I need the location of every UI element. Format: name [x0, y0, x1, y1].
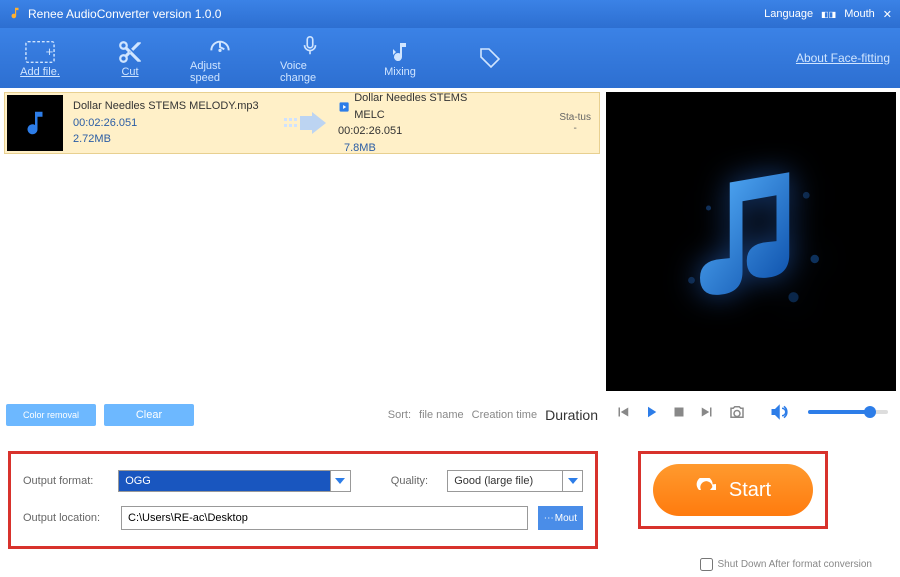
- dropdown-icon: [562, 471, 582, 491]
- music-note-icon: [666, 157, 836, 327]
- source-duration: 00:02:26.051: [73, 115, 272, 132]
- sort-label: Sort:: [388, 409, 411, 421]
- media-controls: [606, 395, 896, 429]
- play-icon[interactable]: [642, 403, 660, 421]
- output-format-label: Output format:: [23, 475, 108, 487]
- preview-pane: [606, 92, 896, 391]
- conversion-arrow-icon: [280, 112, 330, 134]
- sort-duration[interactable]: Duration: [545, 407, 598, 423]
- mouth-link[interactable]: Mouth: [844, 8, 875, 20]
- cut-button[interactable]: Cut: [100, 38, 160, 78]
- volume-slider[interactable]: [808, 410, 888, 414]
- refresh-icon: [695, 478, 719, 502]
- stop-icon[interactable]: [670, 403, 688, 421]
- quality-label: Quality:: [391, 475, 437, 487]
- start-panel: Start: [638, 451, 828, 529]
- shutdown-checkbox-row[interactable]: Shut Down After format conversion: [700, 558, 872, 571]
- add-file-button[interactable]: + Add file.: [10, 38, 70, 78]
- status-header: Sta-tus: [559, 112, 591, 123]
- sort-filename[interactable]: file name: [419, 409, 464, 421]
- tag-button[interactable]: [460, 44, 520, 72]
- volume-icon[interactable]: [770, 403, 788, 421]
- quality-select[interactable]: Good (large file): [447, 470, 583, 492]
- title-bar: Renee AudioConverter version 1.0.0 Langu…: [0, 0, 900, 28]
- output-format-select[interactable]: OGG: [118, 470, 351, 492]
- shutdown-checkbox[interactable]: [700, 558, 713, 571]
- main-toolbar: + Add file. Cut Adjust speed Voice chang…: [0, 28, 900, 88]
- sort-creation-time[interactable]: Creation time: [472, 409, 537, 421]
- scissors-icon: [114, 38, 146, 66]
- close-icon[interactable]: ✕: [883, 8, 892, 21]
- adjust-speed-button[interactable]: Adjust speed: [190, 32, 250, 84]
- browse-button[interactable]: ⋯Mout: [538, 506, 583, 530]
- prev-icon[interactable]: [614, 403, 632, 421]
- output-settings-panel: Output format: OGG Quality: Good (large …: [8, 451, 598, 549]
- color-removal-button[interactable]: Color removal: [6, 404, 96, 426]
- mixing-button[interactable]: Mixing: [370, 38, 430, 78]
- language-link[interactable]: Language: [764, 8, 813, 20]
- film-plus-icon: +: [24, 38, 56, 66]
- tag-icon: [474, 44, 506, 72]
- next-icon[interactable]: [698, 403, 716, 421]
- file-thumbnail: [7, 95, 63, 151]
- app-logo-icon: [8, 6, 22, 23]
- mixing-icon: [384, 38, 416, 66]
- dropdown-icon: [330, 471, 350, 491]
- output-location-input[interactable]: C:\Users\RE-ac\Desktop: [121, 506, 528, 530]
- source-size: 2.72MB: [73, 131, 272, 148]
- file-list-empty-area: [4, 154, 600, 401]
- target-format-icon: [338, 100, 350, 114]
- voice-change-button[interactable]: Voice change: [280, 32, 340, 84]
- start-button[interactable]: Start: [653, 464, 813, 516]
- about-link[interactable]: About Face-fitting: [796, 51, 890, 65]
- app-title: Renee AudioConverter version 1.0.0: [28, 7, 764, 21]
- status-value: -: [559, 123, 591, 134]
- camera-icon[interactable]: [726, 403, 748, 421]
- target-duration: 00:02:26.051: [338, 123, 482, 140]
- output-location-label: Output location:: [23, 512, 111, 524]
- target-file-name: Dollar Needles STEMS MELC: [354, 90, 482, 123]
- file-row[interactable]: Dollar Needles STEMS MELODY.mp3 00:02:26…: [4, 92, 600, 154]
- clear-button[interactable]: Clear: [104, 404, 194, 426]
- gauge-icon: [204, 32, 236, 60]
- source-file-name: Dollar Needles STEMS MELODY.mp3: [73, 98, 272, 115]
- svg-text:+: +: [46, 44, 54, 59]
- microphone-icon: [294, 32, 326, 60]
- lang-flags-icon: ◧◨: [821, 10, 836, 19]
